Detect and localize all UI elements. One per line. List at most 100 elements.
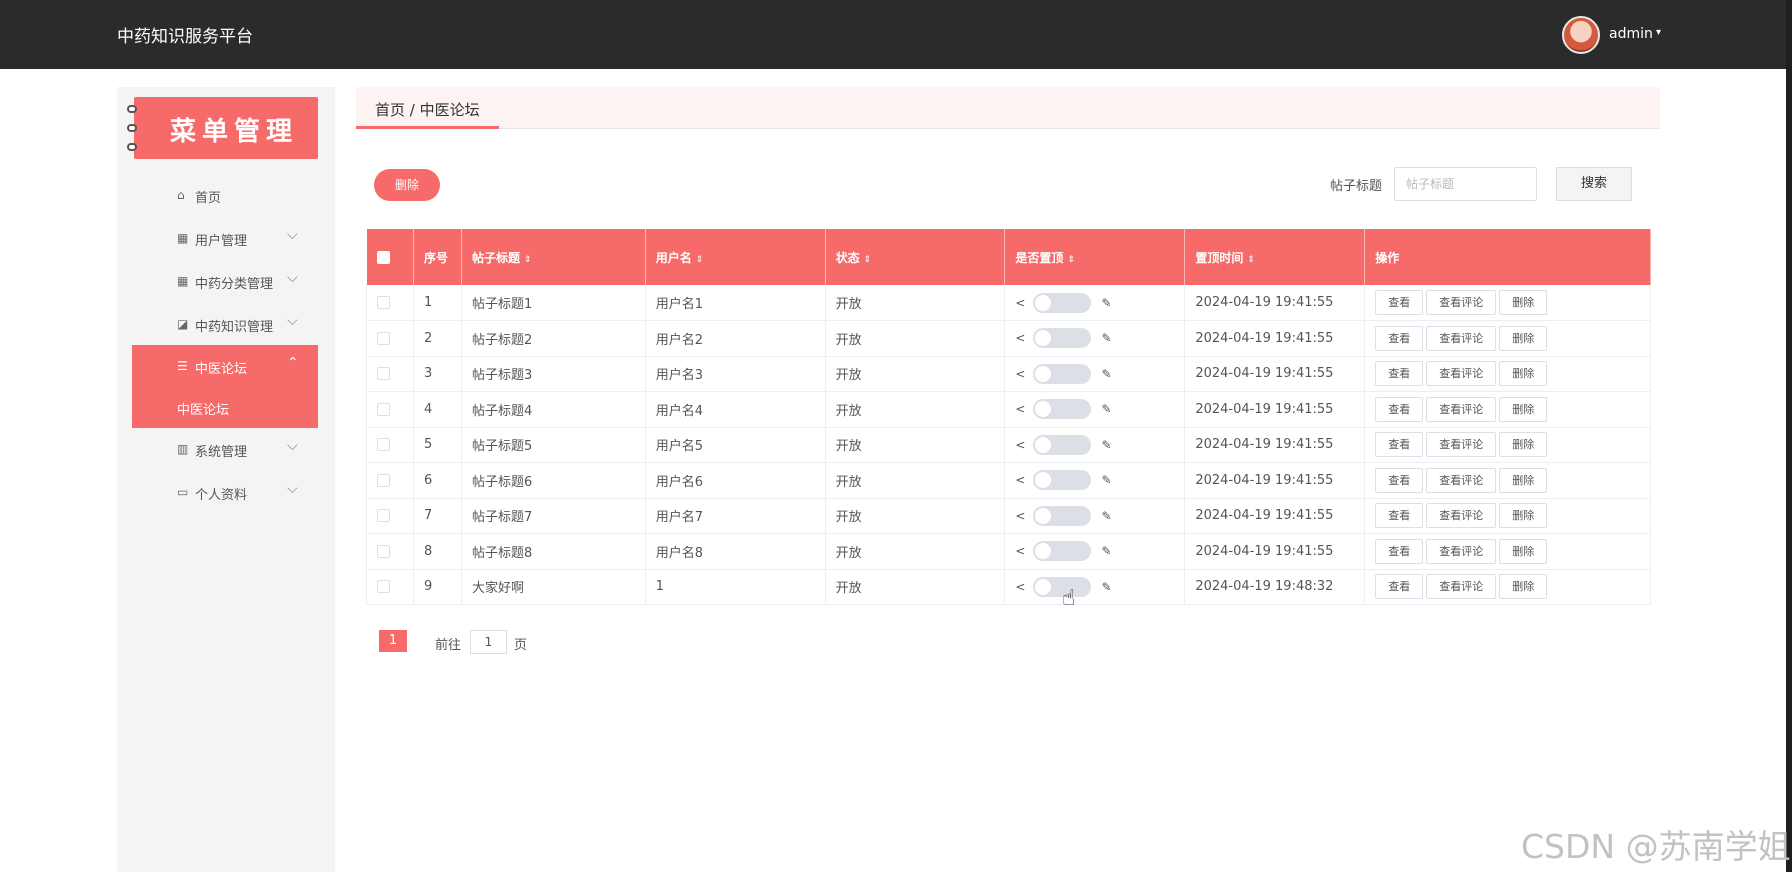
pinned-toggle[interactable] <box>1033 541 1092 562</box>
share-icon[interactable]: < <box>1015 509 1025 523</box>
breadcrumb[interactable]: 首页 / 中医论坛 <box>375 99 480 120</box>
share-icon[interactable]: < <box>1015 580 1025 594</box>
edit-pencil-icon[interactable]: ✎ <box>1101 402 1111 416</box>
sidebar-subitem-forum[interactable]: 中医论坛 <box>132 388 318 428</box>
column-header-username[interactable]: 用户名 ⇕ <box>645 229 826 285</box>
row-checkbox[interactable] <box>377 402 390 416</box>
row-checkbox[interactable] <box>377 367 390 381</box>
sidebar-item-user-management[interactable]: ▦ 用户管理 ⌵ <box>117 217 335 260</box>
row-delete-button[interactable]: 删除 <box>1499 538 1548 564</box>
table-row[interactable]: 2 帖子标题2 用户名2 开放 < ✎ 2024-04-19 19:41:55 查看 查看评论删… <box>366 320 1651 357</box>
sort-icon[interactable]: ⇕ <box>1067 255 1075 265</box>
sidebar-item-category-management[interactable]: ▦ 中药分类管理 ⌵ <box>117 260 335 303</box>
view-button[interactable]: 查看 <box>1375 574 1424 600</box>
sort-icon[interactable]: ⇕ <box>1247 255 1255 265</box>
batch-delete-button[interactable]: 删除 <box>374 169 440 201</box>
view-button[interactable]: 查看 <box>1375 538 1424 564</box>
pinned-toggle[interactable] <box>1033 470 1092 491</box>
view-comments-button[interactable]: 查看评论 <box>1426 290 1497 315</box>
sidebar-item-system-management[interactable]: ▥ 系统管理 ⌵ <box>117 428 335 471</box>
user-avatar[interactable] <box>1562 16 1600 54</box>
edit-pencil-icon[interactable]: ✎ <box>1101 296 1111 310</box>
sort-icon[interactable]: ⇕ <box>524 255 532 265</box>
row-checkbox[interactable] <box>377 296 390 309</box>
edit-pencil-icon[interactable]: ✎ <box>1101 544 1111 558</box>
view-button[interactable]: 查看 <box>1375 396 1424 422</box>
sidebar-item-knowledge-management[interactable]: ◪ 中药知识管理 ⌵ <box>117 303 335 346</box>
window-scrollbar[interactable] <box>1786 0 1792 872</box>
view-button[interactable]: 查看 <box>1375 503 1424 529</box>
row-delete-button[interactable]: 删除 <box>1499 396 1548 422</box>
share-icon[interactable]: < <box>1015 367 1025 381</box>
share-icon[interactable]: < <box>1015 331 1025 345</box>
view-button[interactable]: 查看 <box>1375 361 1424 387</box>
table-row[interactable]: 3 帖子标题3 用户名3 开放 < ✎ 2024-04-19 19:41:55 查看 查看评论删… <box>366 356 1651 392</box>
view-button[interactable]: 查看 <box>1375 325 1424 351</box>
table-row[interactable]: 8 帖子标题8 用户名8 开放 < ✎ 2024-04-19 19:41:55 查看 查看评论删… <box>366 533 1651 570</box>
row-checkbox[interactable] <box>377 438 390 452</box>
column-header-status[interactable]: 状态 ⇕ <box>825 229 1006 285</box>
table-row[interactable]: 5 帖子标题5 用户名5 开放 < ✎ 2024-04-19 19:41:55 查看 查看评论删… <box>366 427 1651 463</box>
row-delete-button[interactable]: 删除 <box>1499 325 1548 351</box>
search-input[interactable] <box>1394 167 1537 201</box>
row-checkbox[interactable] <box>377 580 390 594</box>
view-comments-button[interactable]: 查看评论 <box>1426 467 1497 493</box>
edit-pencil-icon[interactable]: ✎ <box>1101 331 1111 345</box>
sidebar-item-profile[interactable]: ▭ 个人资料 ⌵ <box>117 471 335 514</box>
pinned-toggle[interactable] <box>1033 434 1092 455</box>
search-button[interactable]: 搜索 <box>1556 167 1632 201</box>
share-icon[interactable]: < <box>1015 438 1025 452</box>
select-all-checkbox[interactable] <box>376 251 390 264</box>
row-checkbox[interactable] <box>377 473 390 487</box>
row-delete-button[interactable]: 删除 <box>1499 503 1548 529</box>
view-comments-button[interactable]: 查看评论 <box>1426 396 1497 422</box>
row-delete-button[interactable]: 删除 <box>1499 574 1548 600</box>
table-row[interactable]: 9 大家好啊 1 开放 < ✎ 2024-04-19 19:48:32 查看 查看评论 删除 <box>366 569 1651 605</box>
share-icon[interactable]: < <box>1015 296 1025 310</box>
table-row[interactable]: 7 帖子标题7 用户名7 开放 < ✎ 2024-04-19 19:41:55 查看 查看评论删… <box>366 498 1651 534</box>
pinned-toggle[interactable] <box>1033 363 1092 384</box>
row-delete-button[interactable]: 删除 <box>1499 432 1548 458</box>
pinned-toggle[interactable] <box>1033 292 1092 313</box>
view-comments-button[interactable]: 查看评论 <box>1426 361 1497 387</box>
sidebar-item-home[interactable]: ⌂ 首页 <box>117 174 335 217</box>
column-header-pinned-time[interactable]: 置顶时间 ⇕ <box>1184 229 1366 285</box>
share-icon[interactable]: < <box>1015 544 1025 558</box>
column-header-pinned[interactable]: 是否置顶 ⇕ <box>1004 229 1186 285</box>
view-comments-button[interactable]: 查看评论 <box>1426 574 1497 600</box>
pinned-toggle[interactable] <box>1033 328 1092 349</box>
row-checkbox[interactable] <box>377 331 390 345</box>
caret-down-icon[interactable]: ▾ <box>1656 27 1661 38</box>
page-number-current[interactable]: 1 <box>379 630 407 652</box>
sidebar-item-forum[interactable]: ☰ 中医论坛 ⌃ <box>132 345 318 388</box>
table-row[interactable]: 1 帖子标题1 用户名1 开放 < ✎ 2024-04-19 19:41:55 查看 查看评论删… <box>366 285 1651 321</box>
edit-pencil-icon[interactable]: ✎ <box>1101 473 1111 487</box>
share-icon[interactable]: < <box>1015 473 1025 487</box>
column-header-title[interactable]: 帖子标题 ⇕ <box>461 229 646 285</box>
share-icon[interactable]: < <box>1015 402 1025 416</box>
row-delete-button[interactable]: 删除 <box>1499 290 1548 315</box>
view-button[interactable]: 查看 <box>1375 432 1424 458</box>
view-button[interactable]: 查看 <box>1375 467 1424 493</box>
view-comments-button[interactable]: 查看评论 <box>1426 503 1497 529</box>
table-row[interactable]: 6 帖子标题6 用户名6 开放 < ✎ 2024-04-19 19:41:55 查看 查看评论删… <box>366 462 1651 499</box>
edit-pencil-icon[interactable]: ✎ <box>1101 580 1111 594</box>
view-button[interactable]: 查看 <box>1375 290 1424 315</box>
row-delete-button[interactable]: 删除 <box>1499 361 1548 387</box>
edit-pencil-icon[interactable]: ✎ <box>1101 438 1111 452</box>
row-delete-button[interactable]: 删除 <box>1499 467 1548 493</box>
pinned-toggle[interactable] <box>1033 399 1092 420</box>
view-comments-button[interactable]: 查看评论 <box>1426 538 1497 564</box>
username-dropdown[interactable]: admin <box>1609 26 1653 42</box>
sort-icon[interactable]: ⇕ <box>696 255 704 265</box>
edit-pencil-icon[interactable]: ✎ <box>1101 509 1111 523</box>
row-checkbox[interactable] <box>377 544 390 558</box>
goto-page-input[interactable]: 1 <box>470 630 507 654</box>
table-row[interactable]: 4 帖子标题4 用户名4 开放 < ✎ 2024-04-19 19:41:55 查看 查看评论删… <box>366 391 1651 428</box>
view-comments-button[interactable]: 查看评论 <box>1426 325 1497 351</box>
view-comments-button[interactable]: 查看评论 <box>1426 432 1497 458</box>
edit-pencil-icon[interactable]: ✎ <box>1101 367 1111 381</box>
sort-icon[interactable]: ⇕ <box>864 255 872 265</box>
pinned-toggle[interactable] <box>1033 505 1092 526</box>
row-checkbox[interactable] <box>377 509 390 523</box>
